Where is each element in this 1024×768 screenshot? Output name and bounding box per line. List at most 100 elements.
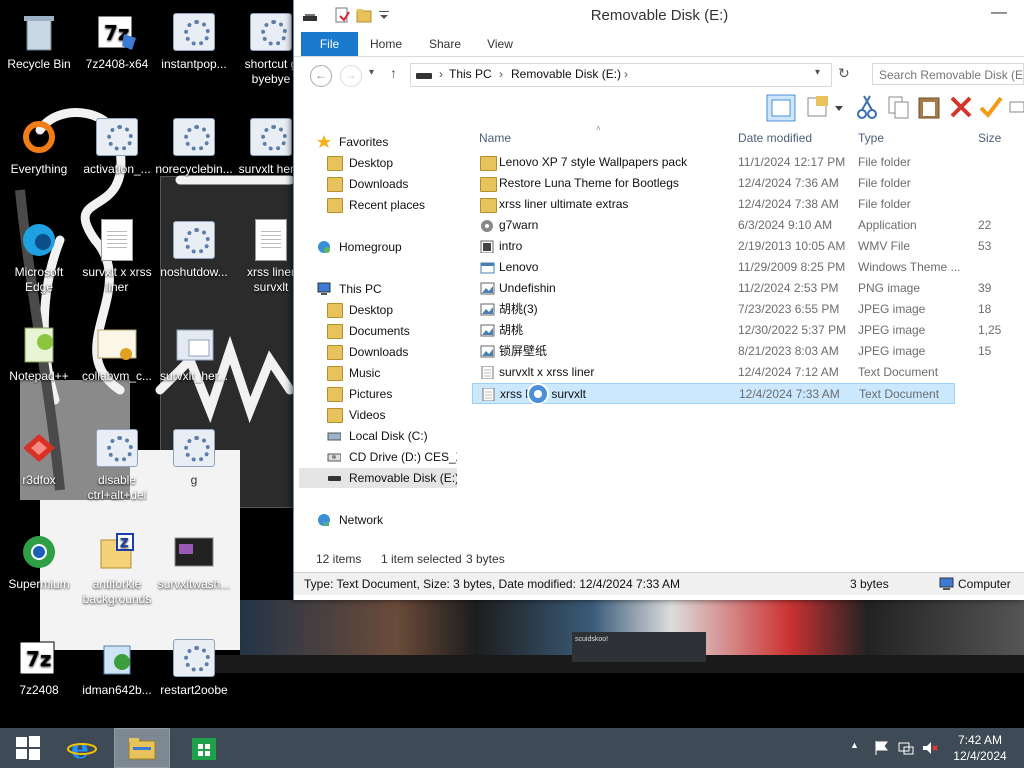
file-type: Application — [858, 218, 917, 232]
column-header-type[interactable]: Type — [858, 128, 884, 148]
details-pane-icon[interactable] — [766, 94, 796, 122]
desktop-icon-survxlt-her-2[interactable]: survxlt_her... — [155, 322, 233, 384]
back-button[interactable]: ← — [310, 65, 332, 87]
nav-homegroup[interactable]: Homegroup — [317, 237, 457, 257]
taskbar-file-explorer[interactable] — [114, 728, 170, 768]
nav-this-pc-downloads[interactable]: Downloads — [327, 342, 457, 362]
file-row[interactable]: Restore Luna Theme for Bootlegs 12/4/202… — [472, 173, 1024, 194]
breadcrumb-removable-disk[interactable]: Removable Disk (E:) — [511, 67, 621, 81]
desktop-icon-collabvm[interactable]: collabvm_c... — [78, 322, 156, 384]
desktop-icon-norecyclebin[interactable]: norecyclebin... — [155, 115, 233, 177]
paste-icon[interactable] — [916, 94, 942, 120]
desktop-icon-supermium[interactable]: Supermium — [0, 530, 78, 592]
rename-icon[interactable] — [978, 94, 1004, 120]
nav-this-pc-desktop[interactable]: Desktop — [327, 300, 457, 320]
desktop-icon-notepadpp[interactable]: Notepad++ — [0, 322, 78, 384]
column-header-size[interactable]: Size — [978, 128, 1001, 148]
desktop-icon-idman642b[interactable]: idman642b... — [78, 636, 156, 698]
details-location: Computer — [958, 577, 1011, 591]
file-row[interactable]: Lenovo XP 7 style Wallpapers pack 11/1/2… — [472, 152, 1024, 173]
breadcrumb-this-pc[interactable]: This PC — [449, 67, 492, 81]
cut-icon[interactable] — [854, 94, 880, 120]
minimize-button[interactable]: — — [984, 4, 1014, 26]
tab-home[interactable]: Home — [364, 32, 408, 56]
tab-file[interactable]: File — [301, 32, 358, 56]
taskbar-store[interactable] — [176, 728, 232, 768]
desktop-icon-g[interactable]: g — [155, 426, 233, 488]
nav-this-pc-music[interactable]: Music — [327, 363, 457, 383]
file-row[interactable]: g7warn 6/3/2024 9:10 AM Application 22 — [472, 215, 1024, 236]
nav-favorites-downloads[interactable]: Downloads — [327, 174, 457, 194]
desktop-icon-disable-ctrl-alt-del[interactable]: disable ctrl+alt+del — [78, 426, 156, 503]
file-row[interactable]: xrss liner ultimate extras 12/4/2024 7:3… — [472, 194, 1024, 215]
drive-icon — [416, 73, 432, 79]
search-input[interactable]: Search Removable Disk (E:) — [872, 63, 1024, 85]
network-tray-icon[interactable] — [898, 740, 914, 756]
image-file-icon — [480, 303, 495, 316]
change-view-icon[interactable] — [806, 94, 832, 120]
window-icon — [172, 322, 216, 366]
desktop-icon-recycle-bin[interactable]: Recycle Bin — [0, 10, 78, 72]
theme-file-icon — [480, 262, 495, 274]
nav-favorites[interactable]: Favorites — [317, 132, 457, 152]
nav-favorites-recent-places[interactable]: Recent places — [327, 195, 457, 215]
desktop-icon-antiforkie[interactable]: Z antiforkie backgrounds — [78, 530, 156, 607]
delete-icon[interactable] — [948, 94, 974, 120]
desktop-icon-activation[interactable]: activation_... — [78, 115, 156, 177]
nav-favorites-desktop[interactable]: Desktop — [327, 153, 457, 173]
file-date: 12/4/2024 7:38 AM — [738, 197, 839, 211]
desktop-icon-microsoft-edge[interactable]: Microsoft Edge — [0, 218, 78, 295]
more-options-icon[interactable] — [1008, 94, 1024, 120]
file-name: 锁屏壁纸 — [499, 344, 548, 358]
nav-this-pc[interactable]: This PC — [317, 279, 457, 299]
file-row[interactable]: survxlt x xrss liner 12/4/2024 7:12 AM T… — [472, 362, 1024, 383]
nav-label: Desktop — [349, 303, 394, 317]
desktop-icon-r3dfox[interactable]: r3dfox — [0, 426, 78, 488]
refresh-icon[interactable]: ↻ — [838, 65, 850, 82]
desktop-icon-survxlt-x-xrss-liner[interactable]: survxlt x xrss liner — [78, 218, 156, 295]
desktop-icon-restart2oobe[interactable]: restart2oobe — [155, 636, 233, 698]
column-header-date-modified[interactable]: Date modified — [738, 128, 812, 148]
flag-icon[interactable] — [874, 740, 890, 756]
desktop-icon-everything[interactable]: Everything — [0, 115, 78, 177]
desktop-icon-survxltwash[interactable]: survxltwash... — [155, 530, 233, 592]
up-button[interactable]: ↑ — [390, 65, 397, 81]
desktop-icon-7z2408-x64[interactable]: 7z 7z2408-x64 — [78, 10, 156, 72]
nav-local-disk-c[interactable]: Local Disk (C:) — [327, 426, 457, 446]
desktop-icon-7z2408[interactable]: 7z 7z2408 — [0, 636, 78, 698]
desktop-icon-instantpop[interactable]: instantpop... — [155, 10, 233, 72]
forward-button[interactable]: → — [340, 65, 362, 87]
title-bar[interactable]: Removable Disk (E:) — — [294, 0, 1024, 32]
nav-this-pc-pictures[interactable]: Pictures — [327, 384, 457, 404]
nav-this-pc-videos[interactable]: Videos — [327, 405, 457, 425]
address-bar[interactable]: › This PC › Removable Disk (E:) › ▾ — [410, 63, 832, 87]
show-hidden-icons-chevron-icon[interactable]: ▲ — [850, 740, 866, 756]
start-button[interactable] — [0, 728, 56, 768]
file-row[interactable]: 胡桃(3) 7/23/2023 6:55 PM JPEG image 18 — [472, 299, 1024, 320]
nav-network[interactable]: Network — [317, 510, 457, 530]
view-dropdown-icon[interactable] — [834, 94, 844, 120]
nav-label: Downloads — [349, 177, 409, 191]
tab-view[interactable]: View — [480, 32, 520, 56]
navigation-pane: Favorites Desktop Downloads Recent place… — [299, 130, 461, 550]
clock[interactable]: 7:42 AM 12/4/2024 — [950, 732, 1010, 764]
file-row[interactable]: 锁屏壁纸 8/21/2023 8:03 AM JPEG image 15 — [472, 341, 1024, 362]
copy-icon[interactable] — [886, 94, 912, 120]
taskbar-internet-explorer[interactable]: e — [54, 728, 110, 768]
nav-label: Downloads — [349, 345, 409, 359]
file-row[interactable]: Lenovo 11/29/2009 8:25 PM Windows Theme … — [472, 257, 1024, 278]
file-row[interactable]: intro 2/19/2013 10:05 AM WMV File 53 — [472, 236, 1024, 257]
desktop-icon-noshutdown[interactable]: noshutdow... — [155, 218, 233, 280]
nav-removable-disk-e[interactable]: Removable Disk (E:) — [299, 468, 457, 488]
details-bar: Type: Text Document, Size: 3 bytes, Date… — [294, 572, 1024, 595]
tab-share[interactable]: Share — [423, 32, 467, 56]
nav-cd-drive-d[interactable]: CD Drive (D:) CES_X( — [327, 447, 457, 467]
address-history-chevron-icon[interactable]: ▾ — [815, 67, 820, 78]
nav-this-pc-documents[interactable]: Documents — [327, 321, 457, 341]
file-name: Restore Luna Theme for Bootlegs — [499, 176, 679, 190]
recent-locations-chevron-icon[interactable]: ▾ — [369, 67, 374, 78]
file-row[interactable]: Undefishin 11/2/2024 2:53 PM PNG image 3… — [472, 278, 1024, 299]
file-row[interactable]: 胡桃 12/30/2022 5:37 PM JPEG image 1,25 — [472, 320, 1024, 341]
volume-muted-icon[interactable] — [922, 740, 938, 756]
column-header-name[interactable]: Name — [479, 128, 511, 148]
